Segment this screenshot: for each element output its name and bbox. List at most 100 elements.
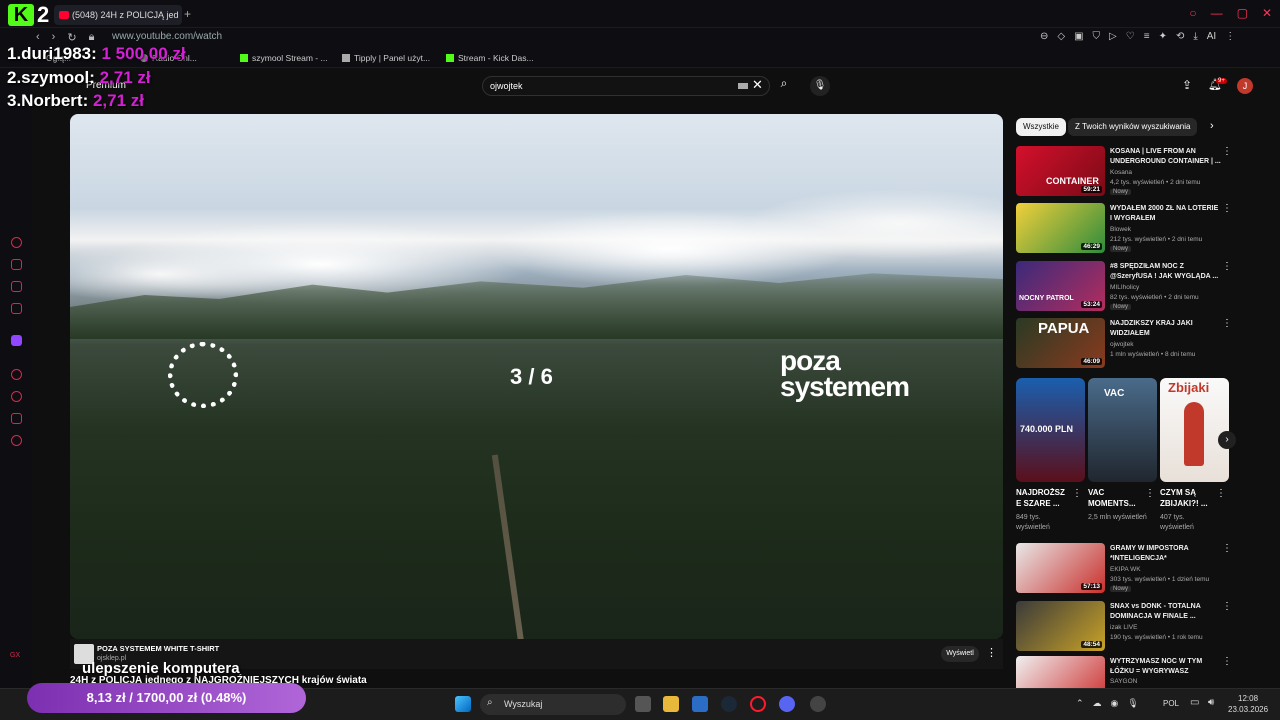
heart-icon[interactable]: ♡ <box>1126 31 1135 42</box>
search-input[interactable]: ojwojtek <box>482 76 770 96</box>
sidebar-bag-icon[interactable] <box>11 259 22 270</box>
search-icon[interactable]: ○ <box>1189 6 1196 20</box>
sidebar-settings-icon[interactable] <box>11 435 22 446</box>
obs-icon[interactable] <box>810 696 826 712</box>
url-field[interactable]: www.youtube.com/watch <box>112 31 222 42</box>
sponsor-title[interactable]: POZA SYSTEMEM WHITE T-SHIRT <box>97 644 219 653</box>
more-icon[interactable]: ⋮ <box>1222 601 1232 612</box>
ai-button[interactable]: AI <box>1207 31 1216 42</box>
shell-image <box>1184 402 1204 466</box>
short-title[interactable]: VAC MOMENTS... <box>1088 487 1144 509</box>
more-icon[interactable]: ⋮ <box>1072 488 1082 499</box>
clear-search-icon[interactable]: ✕ <box>752 77 763 93</box>
screenshot-icon[interactable]: ▣ <box>1074 31 1083 42</box>
discord-icon[interactable] <box>779 696 795 712</box>
more-icon[interactable]: ⋮ <box>1222 146 1232 157</box>
more-icon[interactable]: ⋮ <box>1222 261 1232 272</box>
maximize-button[interactable]: ▢ <box>1237 6 1248 20</box>
taskbar-search-input[interactable]: Wyszukaj <box>480 694 626 715</box>
chip-from-search[interactable]: Z Twoich wyników wyszukiwania <box>1068 118 1198 136</box>
sidebar-chat-icon[interactable] <box>11 281 22 292</box>
recommended-video[interactable]: 46:29 WYDAŁEM 2000 ZŁ NA LOTERIE I WYGRA… <box>1016 203 1256 255</box>
bookmark-2[interactable]: szymool Stream - ... <box>240 53 328 63</box>
recommended-video[interactable]: CONTAINER 59:21 KOSANA | LIVE FROM AN UN… <box>1016 146 1256 198</box>
mic-tray-icon[interactable]: 🎙︎ <box>1127 698 1138 709</box>
history-icon[interactable]: ⟲ <box>1176 31 1184 42</box>
sidebar-extensions-icon[interactable] <box>11 413 22 424</box>
browser-tab-youtube[interactable]: (5048) 24H z POLICJĄ jed <box>54 5 182 25</box>
short-title[interactable]: NAJDROŻSZ E SZARE ... <box>1016 487 1072 509</box>
task-view-icon[interactable] <box>635 696 651 712</box>
gx-label[interactable]: GX <box>10 652 20 659</box>
forward-button[interactable]: › <box>52 31 56 44</box>
sidebar-history-icon[interactable] <box>11 391 22 402</box>
language-indicator[interactable]: POL <box>1163 699 1179 708</box>
recommended-video[interactable]: 48:54 SNAX vs DONK - TOTALNA DOMINACJA W… <box>1016 601 1256 653</box>
store-icon[interactable] <box>692 696 708 712</box>
opera-gx-icon[interactable] <box>750 696 766 712</box>
sidebar-speed-dial-icon[interactable] <box>11 237 22 248</box>
more-icon[interactable]: ⋮ <box>1222 543 1232 554</box>
back-button[interactable]: ‹ <box>36 31 40 44</box>
recommended-video[interactable]: WYTRZYMASZ NOC W TYM ŁÓŻKU = WYGRYWASZ S… <box>1016 656 1256 688</box>
short-thumbnail[interactable]: Zbijaki <box>1160 378 1229 482</box>
steam-icon[interactable] <box>721 696 737 712</box>
more-icon[interactable]: ⋮ <box>1222 203 1232 214</box>
extensions-icon[interactable]: ✦ <box>1159 31 1167 42</box>
more-icon[interactable]: ⋮ <box>986 646 997 659</box>
short-views: 2,5 mln wyświetleń <box>1088 514 1147 521</box>
more-icon[interactable]: ⋮ <box>1222 656 1232 667</box>
sidebar-twitch-icon[interactable] <box>11 335 22 346</box>
leaderboard-row: 2.szymool: 2,71 zł <box>7 68 151 87</box>
send-icon[interactable]: ▷ <box>1109 31 1117 42</box>
settings-icon[interactable]: ≡ <box>1144 31 1150 42</box>
recommended-video[interactable]: NOCNY PATROL 53:24 #8 SPĘDZIŁAM NOC Z @S… <box>1016 261 1256 313</box>
minimize-button[interactable]: — <box>1211 6 1223 20</box>
sidebar-messenger-icon[interactable] <box>11 303 22 314</box>
view-button[interactable]: Wyświetl <box>941 646 979 662</box>
chip-all[interactable]: Wszystkie <box>1016 118 1066 136</box>
file-explorer-icon[interactable] <box>663 696 679 712</box>
windows-start-icon[interactable] <box>455 696 471 712</box>
volume-icon[interactable]: 🔊︎ <box>1208 697 1214 708</box>
more-icon[interactable]: ⋮ <box>1145 488 1155 499</box>
more-icon[interactable]: ⋮ <box>1216 488 1226 499</box>
tab-title: (5048) 24H z POLICJĄ jed <box>72 10 179 20</box>
chevron-up-icon[interactable]: ⌃ <box>1076 698 1084 709</box>
nav-buttons: ‹ › ↻ 🔒︎ <box>36 31 94 44</box>
close-button[interactable]: ✕ <box>1262 6 1272 20</box>
mic-button[interactable]: 🎙︎ <box>810 76 830 96</box>
recommended-video[interactable]: 57:13 GRAMY W IMPOSTORA *INTELIGENCJA* E… <box>1016 543 1256 595</box>
reload-button[interactable]: ↻ <box>67 31 76 44</box>
chevron-right-icon[interactable]: › <box>1218 431 1236 449</box>
clock[interactable]: 12:08 23.03.2026 <box>1228 693 1268 715</box>
browser-toolbar: ⊖ ◇ ▣ ⛉ ▷ ♡ ≡ ✦ ⟲ ⤓ AI ⋮ <box>1040 31 1235 42</box>
avatar[interactable]: J <box>1237 78 1253 94</box>
monitor-icon[interactable]: ▭ <box>1190 697 1199 708</box>
zoom-icon[interactable]: ⊖ <box>1040 31 1048 42</box>
bookmark-icon[interactable]: ◇ <box>1057 31 1065 42</box>
short-title[interactable]: CZYM SĄ ZBIJAKI?! ... <box>1160 487 1216 509</box>
upload-icon[interactable]: ⇪ <box>1182 78 1192 92</box>
network-tray-icon[interactable]: ☁︎ <box>1093 698 1102 709</box>
notification-badge: 9+ <box>1216 78 1227 84</box>
download-icon[interactable]: ⤓ <box>1193 31 1197 42</box>
sidebar-player-icon[interactable] <box>11 369 22 380</box>
lock-icon: 🔒︎ <box>88 31 95 43</box>
search-button[interactable]: ⌕ <box>772 76 796 96</box>
discord-tray-icon[interactable]: ◉ <box>1111 698 1119 709</box>
bookmark-4[interactable]: Stream - Kick Das... <box>446 53 534 63</box>
new-tab-button[interactable]: + <box>184 7 191 21</box>
shield-icon[interactable]: ⛉ <box>1093 31 1101 42</box>
video-player[interactable]: 3 / 6 poza systemem <box>70 114 1003 639</box>
short-views: 407 tys. wyświetleń <box>1160 514 1194 531</box>
stream-overlay-title: ulepszenie komputera <box>82 660 240 677</box>
keyboard-icon[interactable] <box>738 83 748 89</box>
chevron-right-icon[interactable]: › <box>1210 120 1214 132</box>
more-icon[interactable]: ⋮ <box>1222 318 1232 329</box>
menu-icon[interactable]: ⋮ <box>1225 31 1235 42</box>
short-thumbnail[interactable]: VAC <box>1088 378 1157 482</box>
bookmark-3[interactable]: Tipply | Panel użyt... <box>342 53 430 63</box>
recommended-video[interactable]: PAPUA 46:09 NAJDZIKSZY KRAJ JAKI WIDZIAŁ… <box>1016 318 1256 370</box>
short-thumbnail[interactable]: 740.000 PLN <box>1016 378 1085 482</box>
